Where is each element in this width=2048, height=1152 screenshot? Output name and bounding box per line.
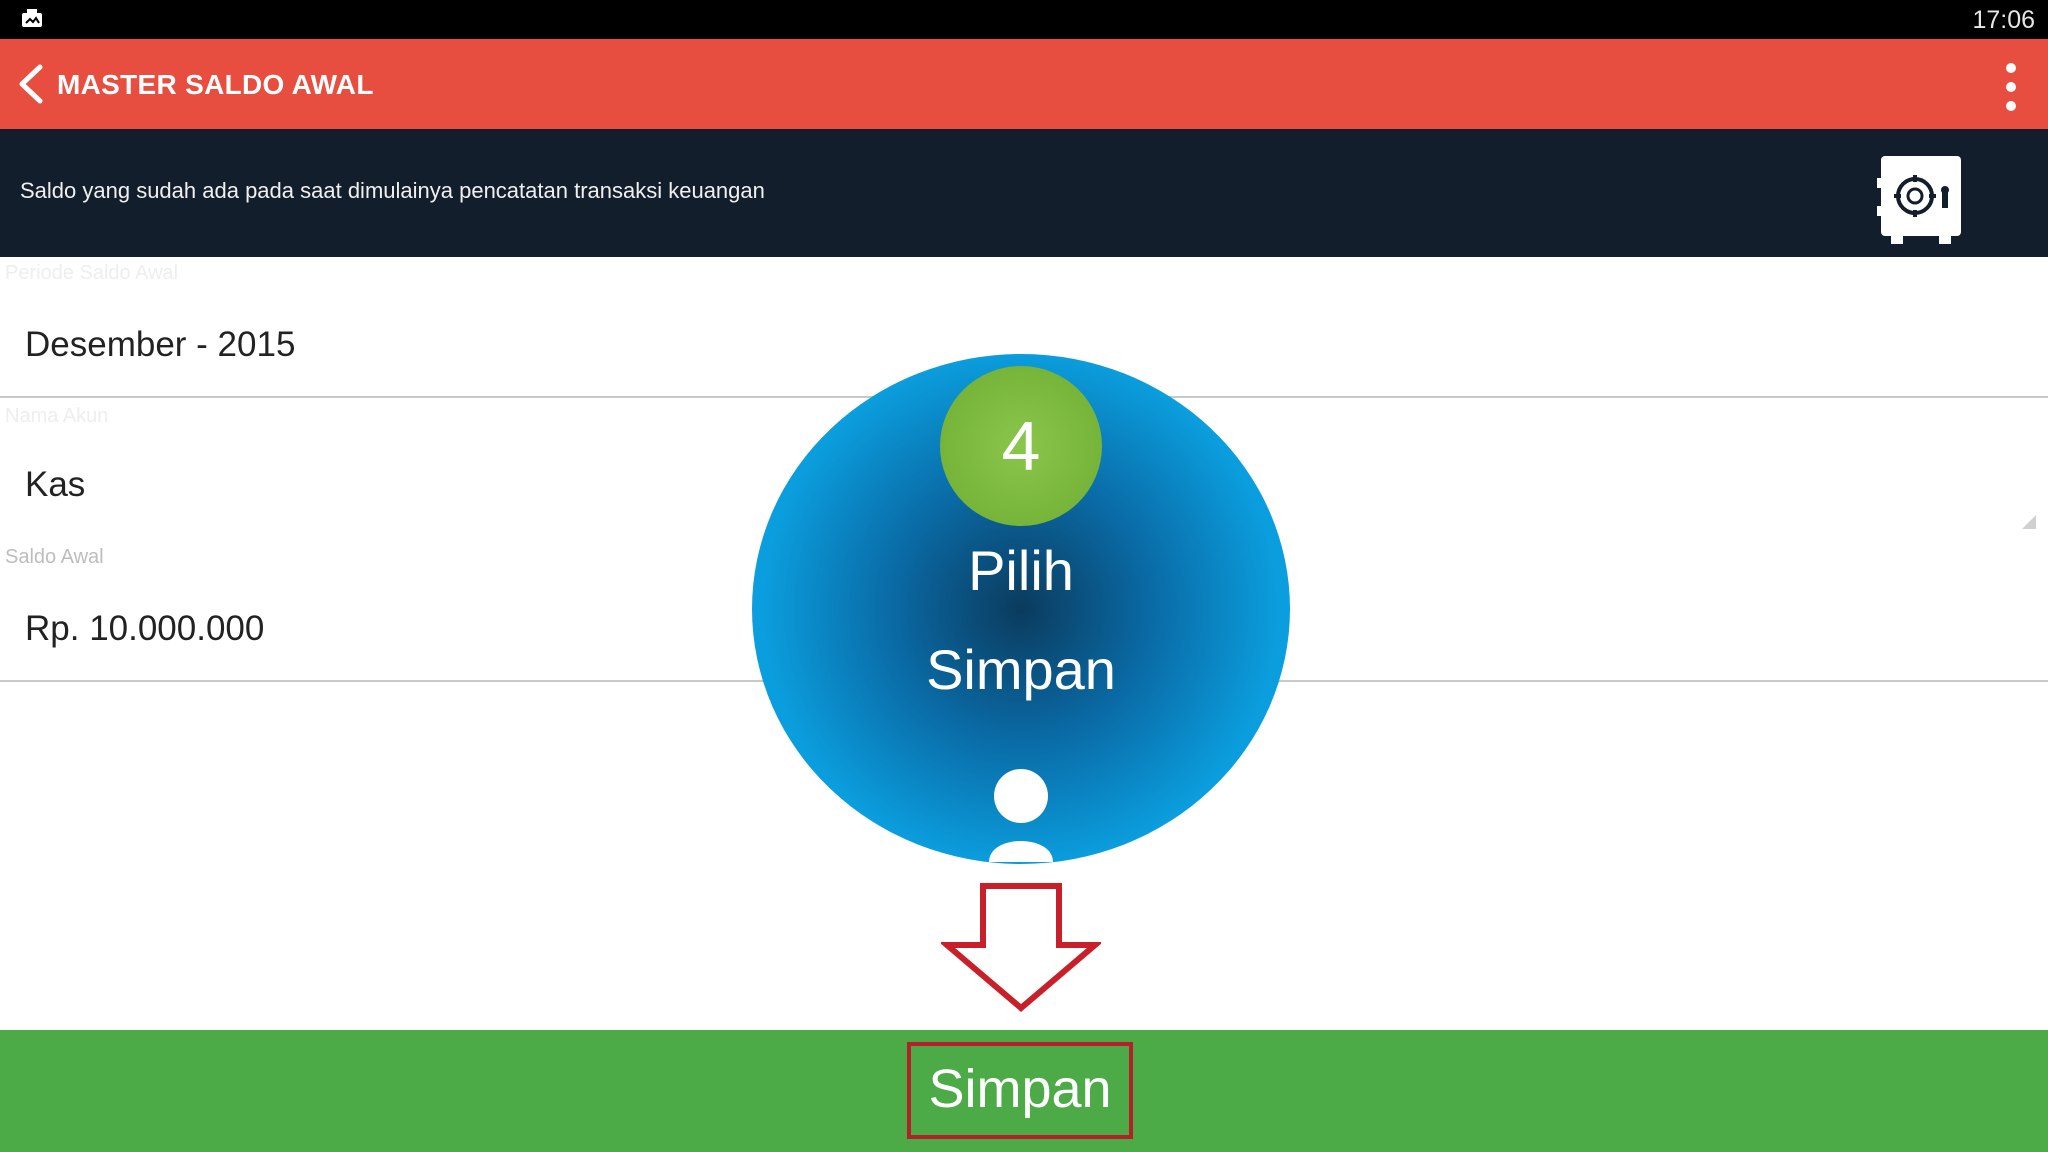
app-bar: MASTER SALDO AWAL bbox=[0, 39, 2048, 129]
banner-description: Saldo yang sudah ada pada saat dimulainy… bbox=[20, 178, 765, 203]
safe-icon bbox=[1877, 156, 1961, 244]
step-badge: 4 bbox=[940, 366, 1102, 526]
page-title: MASTER SALDO AWAL bbox=[57, 69, 374, 100]
saldo-awal-field[interactable]: Rp. 10.000.000 bbox=[25, 609, 264, 649]
status-time: 17:06 bbox=[1972, 6, 2035, 34]
status-bar: 17:06 bbox=[0, 0, 2048, 39]
spinner-corner-icon bbox=[2022, 515, 2036, 529]
instruction-line-1: Pilih bbox=[968, 539, 1074, 602]
periode-field[interactable]: Desember - 2015 bbox=[25, 325, 295, 365]
image-notification-icon bbox=[22, 9, 42, 27]
instruction-line-2: Simpan bbox=[926, 638, 1116, 701]
save-button[interactable]: Simpan bbox=[907, 1042, 1133, 1139]
nama-akun-label: Nama Akun bbox=[5, 405, 109, 427]
saldo-awal-label: Saldo Awal bbox=[5, 546, 104, 568]
more-vert-icon[interactable] bbox=[1996, 59, 2026, 115]
arrow-down-icon bbox=[941, 883, 1101, 1012]
chevron-left-icon[interactable] bbox=[14, 63, 48, 105]
periode-label: Periode Saldo Awal bbox=[5, 262, 179, 284]
nama-akun-field[interactable]: Kas bbox=[25, 465, 85, 505]
person-icon bbox=[989, 769, 1053, 862]
info-banner: Saldo yang sudah ada pada saat dimulainy… bbox=[0, 129, 2048, 257]
